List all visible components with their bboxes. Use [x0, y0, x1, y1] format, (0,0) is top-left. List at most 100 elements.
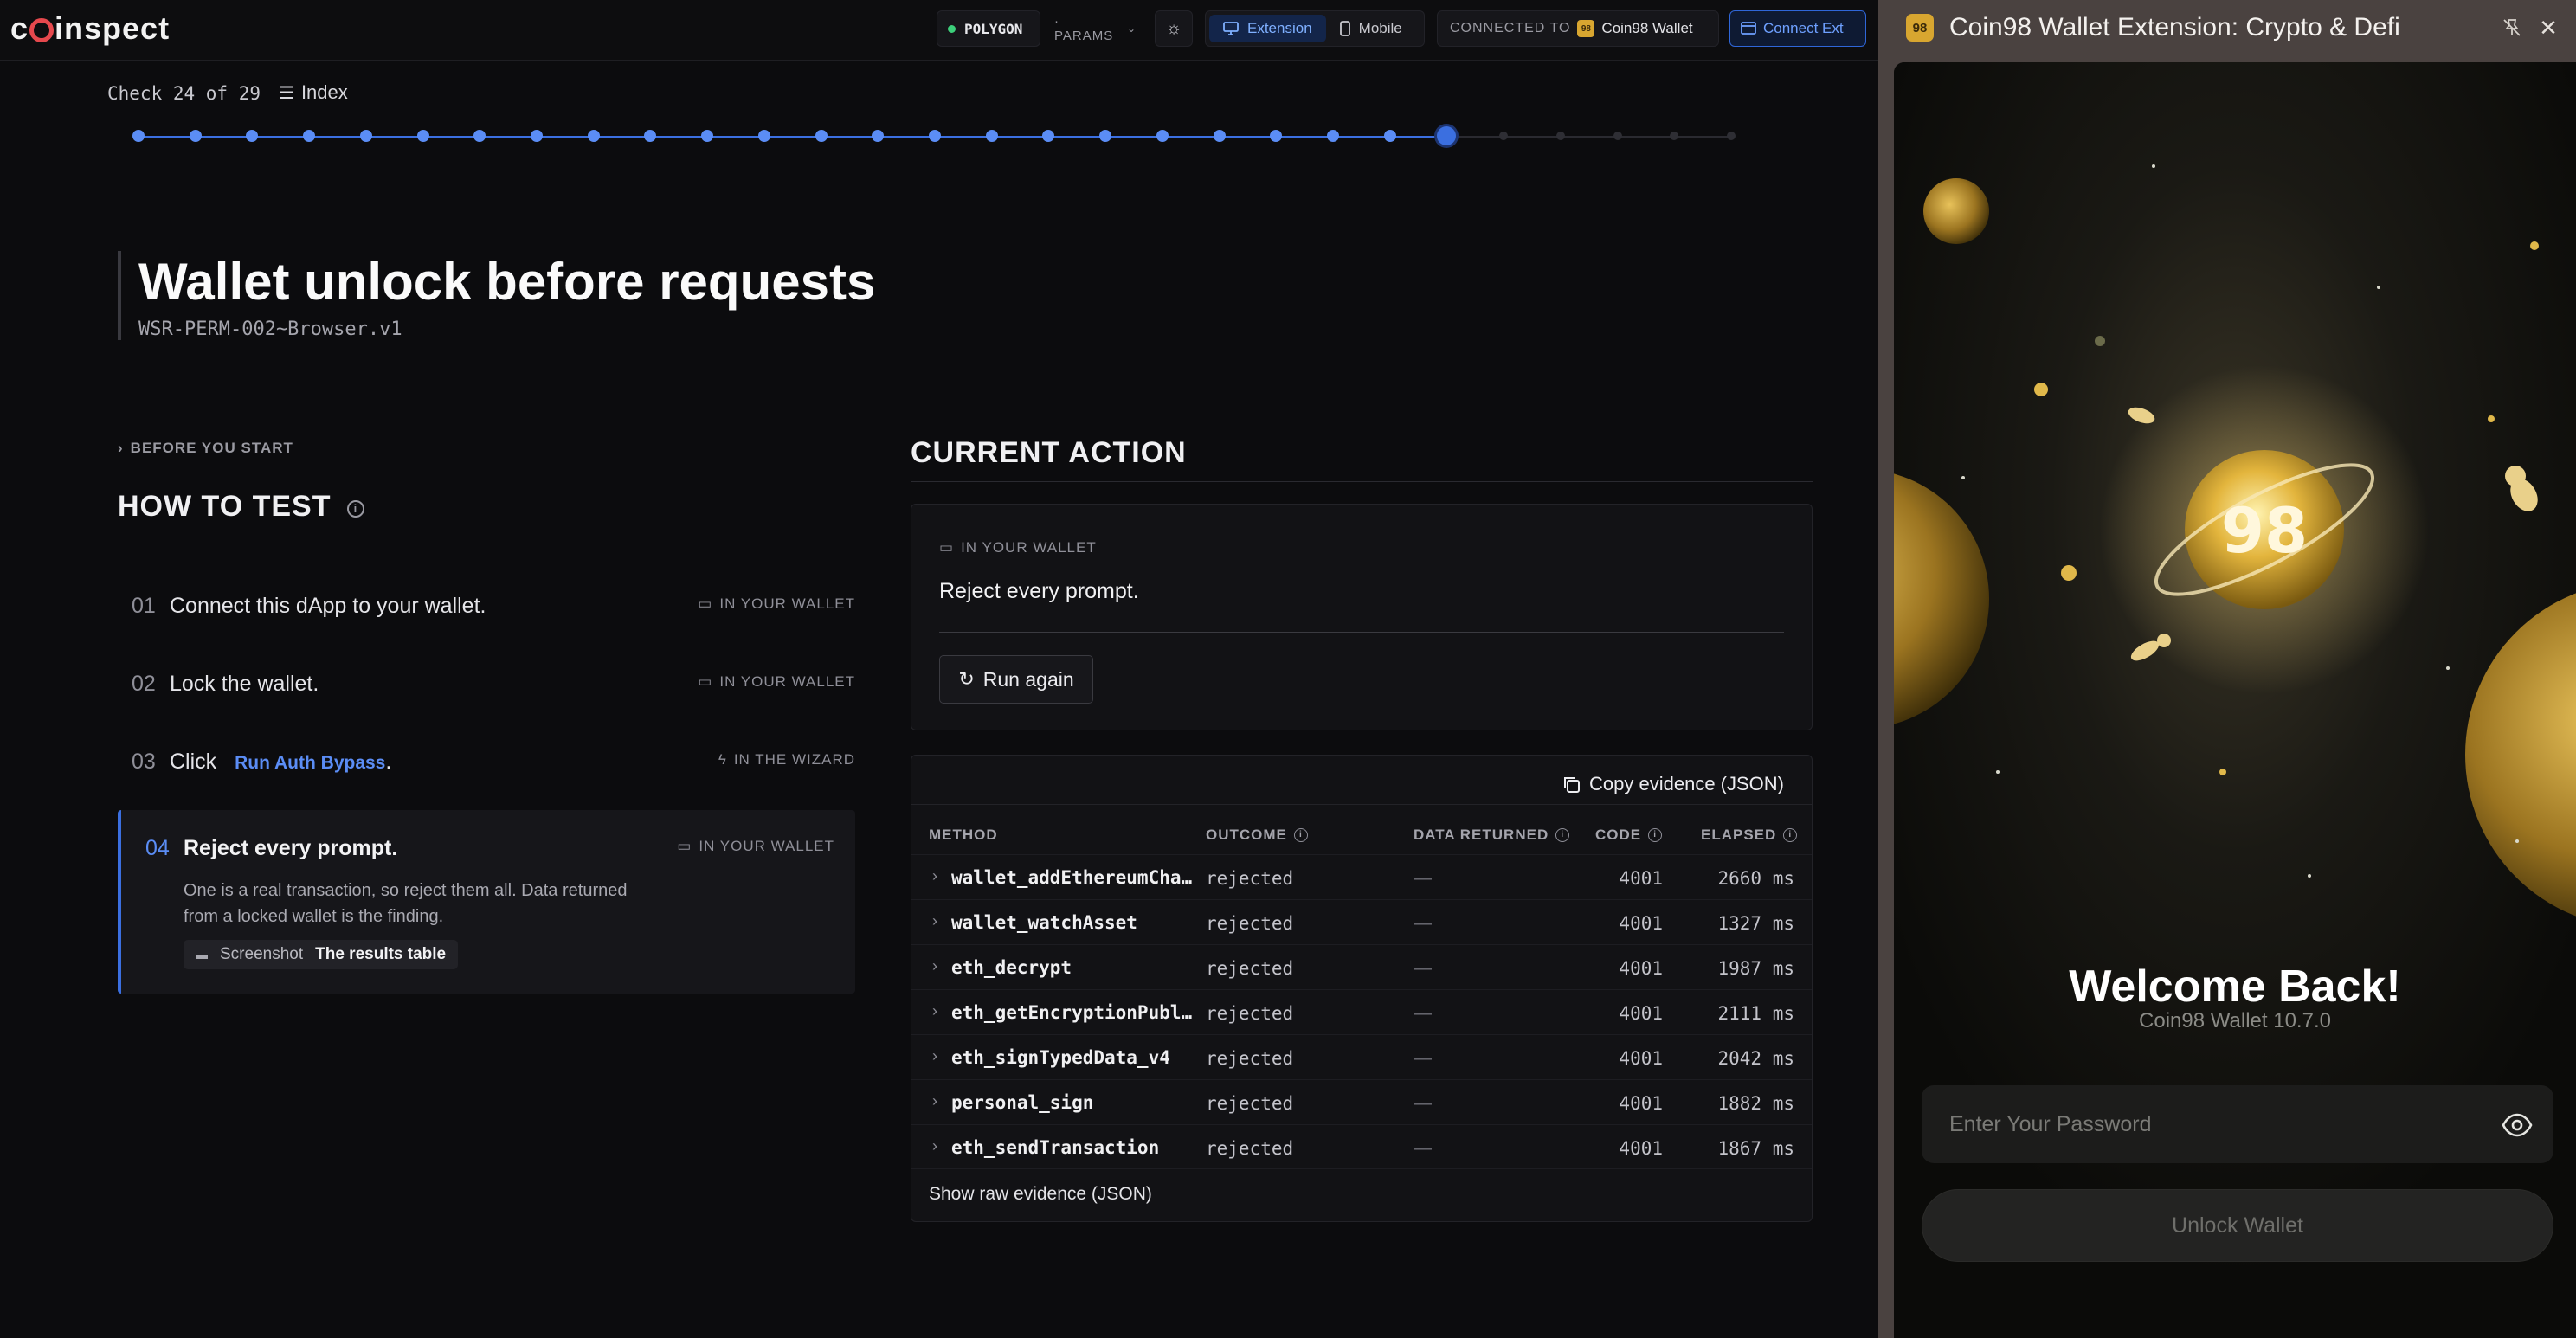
table-row[interactable]: › eth_sendTransaction rejected — 4001 18… — [911, 1124, 1812, 1169]
header-label: CODE — [1595, 827, 1642, 843]
connected-wallet-name: Coin98 Wallet — [1601, 20, 1693, 36]
run-auth-bypass-link[interactable]: Run Auth Bypass — [235, 753, 385, 773]
show-raw-evidence-toggle[interactable]: Show raw evidence (JSON) — [929, 1184, 1152, 1205]
progress-step[interactable] — [1613, 132, 1622, 140]
cell-elapsed: 2111 ms — [1717, 1003, 1794, 1024]
progress-step[interactable] — [1213, 130, 1226, 142]
connect-ext-button[interactable]: Connect Ext — [1729, 10, 1866, 47]
mode-mobile-tab[interactable]: Mobile — [1326, 15, 1416, 42]
cell-method: wallet_addEthereumChain — [951, 867, 1195, 888]
table-row[interactable]: › wallet_watchAsset rejected — 4001 1327… — [911, 899, 1812, 944]
progress-step[interactable] — [1099, 130, 1112, 142]
progress-track — [132, 126, 1740, 145]
network-status-icon — [948, 24, 956, 33]
eye-icon[interactable] — [2500, 1108, 2534, 1142]
step-row-active: 04 Reject every prompt. ▭ IN YOUR WALLET … — [118, 810, 855, 994]
progress-step[interactable] — [1327, 130, 1339, 142]
screenshot-chip[interactable]: ▬ Screenshot The results table — [184, 940, 459, 969]
table-row[interactable]: › eth_getEncryptionPublicKey rejected — … — [911, 989, 1812, 1034]
progress-step[interactable] — [1670, 132, 1679, 140]
progress-step[interactable] — [1383, 130, 1396, 142]
cell-data-returned: — — [1414, 1138, 1432, 1158]
progress-step[interactable] — [929, 130, 941, 142]
mode-extension-tab[interactable]: Extension — [1209, 15, 1326, 42]
mode-extension-label: Extension — [1247, 20, 1312, 36]
progress-step[interactable] — [1499, 132, 1509, 140]
cell-code: 4001 — [1619, 1003, 1663, 1024]
network-badge[interactable]: POLYGON — [937, 10, 1040, 47]
cell-code: 4001 — [1619, 868, 1663, 889]
column-header-code[interactable]: CODE i — [1595, 827, 1663, 844]
info-icon[interactable]: i — [346, 500, 364, 518]
progress-step[interactable] — [416, 130, 429, 142]
progress-step[interactable] — [303, 130, 316, 142]
unpin-icon[interactable] — [2496, 12, 2528, 43]
wallet-icon: ▭ — [698, 673, 713, 690]
step-text: Click Run Auth Bypass. — [170, 749, 391, 775]
progress-line-done — [138, 136, 1447, 138]
progress-step[interactable] — [531, 130, 543, 142]
header-label: OUTCOME — [1206, 827, 1287, 843]
extension-title: Coin98 Wallet Extension: Crypto & Defi — [1949, 13, 2400, 42]
progress-step[interactable] — [1042, 130, 1055, 142]
table-row[interactable]: › wallet_addEthereumChain rejected — 400… — [911, 854, 1812, 899]
progress-step[interactable] — [1156, 130, 1169, 142]
wallet-icon: ▭ — [677, 838, 692, 854]
before-you-start-toggle[interactable]: › BEFORE YOU START — [118, 440, 293, 457]
close-icon[interactable]: ✕ — [2533, 12, 2564, 43]
progress-step[interactable] — [701, 130, 714, 142]
column-header-elapsed[interactable]: ELAPSED i — [1701, 827, 1798, 844]
column-header-outcome[interactable]: OUTCOME i — [1206, 827, 1308, 844]
progress-step[interactable] — [246, 130, 259, 142]
progress-step[interactable] — [757, 130, 770, 142]
cell-code: 4001 — [1619, 958, 1663, 979]
progress-step[interactable] — [815, 130, 828, 142]
progress-step[interactable] — [644, 130, 657, 142]
info-icon: i — [1783, 828, 1798, 842]
column-header-data-returned[interactable]: DATA RETURNED i — [1414, 827, 1570, 844]
progress-step[interactable] — [189, 130, 202, 142]
coinspect-logo[interactable]: c inspect — [10, 10, 170, 47]
cell-outcome: rejected — [1206, 1138, 1294, 1159]
copy-evidence-button[interactable]: Copy evidence (JSON) — [1562, 766, 1784, 802]
copy-icon — [1564, 777, 1581, 793]
cell-elapsed: 1327 ms — [1717, 913, 1794, 934]
divider — [911, 804, 1812, 805]
cell-outcome: rejected — [1206, 958, 1294, 979]
progress-step[interactable] — [359, 130, 372, 142]
progress-step[interactable] — [985, 130, 998, 142]
progress-step[interactable] — [1727, 132, 1736, 140]
progress-step[interactable] — [587, 130, 600, 142]
step-text: Connect this dApp to your wallet. — [170, 594, 486, 618]
progress-step[interactable] — [473, 130, 486, 142]
password-field[interactable] — [1922, 1085, 2553, 1163]
table-row[interactable]: › eth_signTypedData_v4 rejected — 4001 2… — [911, 1034, 1812, 1079]
cell-method: eth_sendTransaction — [951, 1137, 1160, 1158]
info-icon: i — [1555, 828, 1570, 842]
wallet-icon: ▭ — [698, 595, 713, 612]
table-row[interactable]: › personal_sign rejected — 4001 1882 ms — [911, 1079, 1812, 1124]
list-icon: ☰ — [279, 83, 294, 103]
params-dropdown[interactable]: · PARAMS ⌄ — [1047, 10, 1143, 47]
progress-step-current[interactable] — [1437, 126, 1457, 145]
progress-step[interactable] — [1555, 132, 1565, 140]
column-header-method[interactable]: METHOD — [929, 827, 998, 844]
chevron-right-icon: › — [932, 957, 937, 975]
password-input[interactable] — [1949, 1085, 2469, 1163]
theme-toggle-button[interactable]: ☼ — [1155, 10, 1193, 47]
wallet-version: Coin98 Wallet 10.7.0 — [2139, 1009, 2331, 1032]
progress-step[interactable] — [872, 130, 885, 142]
step-location: ▭ IN YOUR WALLET — [698, 673, 855, 691]
cell-method: personal_sign — [951, 1092, 1094, 1113]
coin98-small-icon: 98 — [1577, 20, 1595, 37]
progress-step[interactable] — [132, 130, 145, 142]
run-again-button[interactable]: ↻ Run again — [939, 655, 1093, 704]
unlock-wallet-button[interactable]: Unlock Wallet — [1922, 1189, 2553, 1262]
step-description: One is a real transaction, so reject the… — [184, 881, 628, 926]
step-location-label: IN THE WIZARD — [733, 751, 855, 768]
params-label: · PARAMS — [1054, 14, 1114, 43]
progress-step[interactable] — [1270, 130, 1283, 142]
table-row[interactable]: › eth_decrypt rejected — 4001 1987 ms — [911, 944, 1812, 989]
index-link[interactable]: ☰ Index — [279, 81, 348, 104]
cell-code: 4001 — [1619, 1138, 1663, 1159]
